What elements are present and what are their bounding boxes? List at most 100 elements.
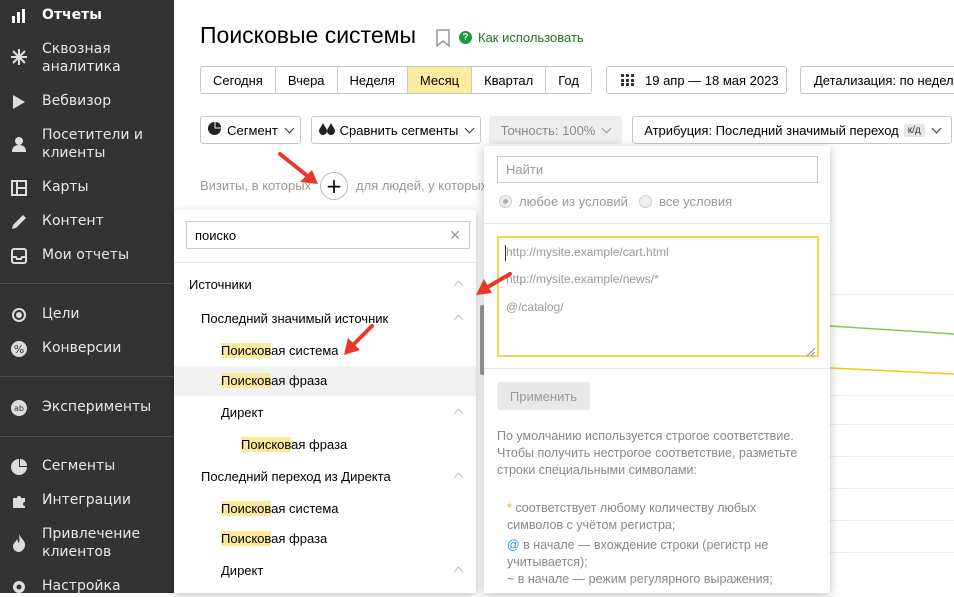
sidebar-divider [0,376,174,377]
tree-item-search-engine[interactable]: Поисковая система [221,343,339,358]
period-quarter[interactable]: Квартал [472,67,547,93]
detail-dropdown[interactable]: Детализация: по недел [800,66,954,94]
user-icon [9,134,29,154]
sidebar-item-label: Мои отчеты [42,247,130,263]
attribute-picker-panel: поиско ✕ Источники Последний значимый ис… [174,210,485,593]
table-divider [830,294,954,295]
table-divider [830,520,954,521]
sidebar-item-label: Настройка [42,578,121,594]
find-input[interactable]: Найти [497,156,818,183]
sidebar-item-label: Карты [42,179,89,195]
page-title: Поисковые системы [200,22,416,48]
accuracy-dropdown[interactable]: Точность: 100% [489,116,622,144]
sidebar-divider [0,283,174,284]
tree-item-search-engine-2[interactable]: Поисковая система [221,501,339,516]
date-range-button[interactable]: 19 апр — 18 мая 2023 [606,66,787,94]
textarea-line: http://mysite.example/cart.html [506,245,669,259]
sidebar-item-label: Эксперименты [42,399,152,415]
clear-icon[interactable]: ✕ [449,227,461,244]
period-year[interactable]: Год [546,67,591,93]
sidebar-item-label: Вебвизор [42,93,112,109]
period-yesterday[interactable]: Вчера [275,67,338,93]
apply-button[interactable]: Применить [497,382,590,410]
table-divider [830,488,954,489]
chevron-up-icon[interactable] [453,314,464,325]
annotation-arrow-icon [278,152,318,184]
compare-segments-button[interactable]: Сравнить сегменты [311,116,481,144]
sidebar-item-label: Конверсии [42,340,122,356]
tree-item-search-phrase-2[interactable]: Поисковая фраза [221,531,327,546]
help-icon: ? [459,31,472,44]
table-divider [830,456,954,457]
period-selector: Сегодня Вчера Неделя Месяц Квартал Год [200,66,592,94]
sidebar-item-label: Интеграции [42,492,131,508]
panel-divider [484,368,830,369]
sidebar-item-label: Отчеты [42,7,102,23]
radio-any-label: любое из условий [519,194,628,209]
play-icon [9,92,29,112]
sidebar-divider [0,436,174,437]
sidebar-item-label: Сквозная аналитика [42,41,121,75]
table-divider [830,424,954,425]
tree-group-direct-2[interactable]: Директ [221,563,263,578]
radio-any-condition[interactable]: любое из условий [499,194,628,209]
segment-label: Сегмент [227,122,278,138]
gear-icon [9,577,29,597]
table-divider [830,395,954,396]
calendar-icon [621,74,635,86]
segment-button[interactable]: Сегмент [200,116,301,144]
chevron-up-icon[interactable] [453,566,464,577]
pencil-icon [9,212,29,232]
sidebar-item-label: Цели [42,306,80,322]
sidebar-item-label: Посетители и клиенты [42,127,144,161]
chevron-down-icon [931,123,942,133]
sidebar-item-label: Контент [42,213,104,229]
sidebar-item-label: Привлечение клиентов [42,526,141,560]
tree-item-search-phrase[interactable]: Поисковая фраза [221,373,327,388]
flame-icon [9,533,29,553]
tree-item-direct-search-phrase[interactable]: Поисковая фраза [241,437,347,452]
chevron-up-icon[interactable] [453,280,464,291]
bookmark-icon[interactable] [436,29,450,48]
help-at-line: @ в начале — вхождение строки (регистр н… [507,538,769,552]
add-condition-button[interactable]: + [320,172,348,200]
panel-divider [484,223,830,224]
chevron-up-icon[interactable] [453,408,464,419]
chevron-up-icon[interactable] [453,472,464,483]
how-to-use-link[interactable]: ? Как использовать [459,30,584,45]
chevron-down-icon [601,123,612,133]
table-divider [830,552,954,553]
chevron-down-icon [284,123,295,133]
annotation-arrow-icon [344,324,374,355]
attribution-dropdown[interactable]: Атрибуция: Последний значимый переход к/… [632,116,952,144]
resize-handle-icon[interactable] [806,345,816,357]
radio-dot [499,195,512,208]
tree-group-sources[interactable]: Источники [189,277,252,292]
period-month[interactable]: Месяц [407,67,473,93]
sidebar: Отчеты Сквозная аналитика Вебвизор Посет… [0,0,174,594]
help-text-line: строки специальными символами: [497,463,697,477]
help-text-line: символов с учётом регистра; [507,518,676,532]
svg-text:ab: ab [14,404,24,413]
annotation-arrow-icon [476,272,512,295]
textarea-line: @/catalog/ [506,300,564,314]
help-text-line: Чтобы получить нестрогое соответствие, р… [497,446,798,460]
radio-dot [639,195,652,208]
help-tilde-line: ~ в начале — режим регулярного выражения… [507,572,773,586]
tree-group-last-direct-click[interactable]: Последний переход из Директа [201,469,391,484]
url-conditions-textarea[interactable]: http://mysite.example/cart.html http://m… [497,236,819,357]
asterisk-icon [9,47,29,67]
period-today[interactable]: Сегодня [201,67,276,93]
tree-group-direct[interactable]: Директ [221,405,263,420]
radio-all-conditions[interactable]: все условия [639,194,732,209]
textarea-line: http://mysite.example/news/* [506,272,659,286]
attribute-search-input[interactable]: поиско ✕ [186,221,470,249]
period-week[interactable]: Неделя [337,67,408,93]
attribute-search-value: поиско [195,227,237,243]
radio-all-label: все условия [659,194,733,209]
puzzle-icon [9,491,29,511]
condition-values-panel: Найти любое из условий все условия http:… [484,146,830,593]
percent-icon: % [9,339,29,359]
help-text-line: учитывается); [507,555,588,569]
panel-divider [174,262,476,263]
